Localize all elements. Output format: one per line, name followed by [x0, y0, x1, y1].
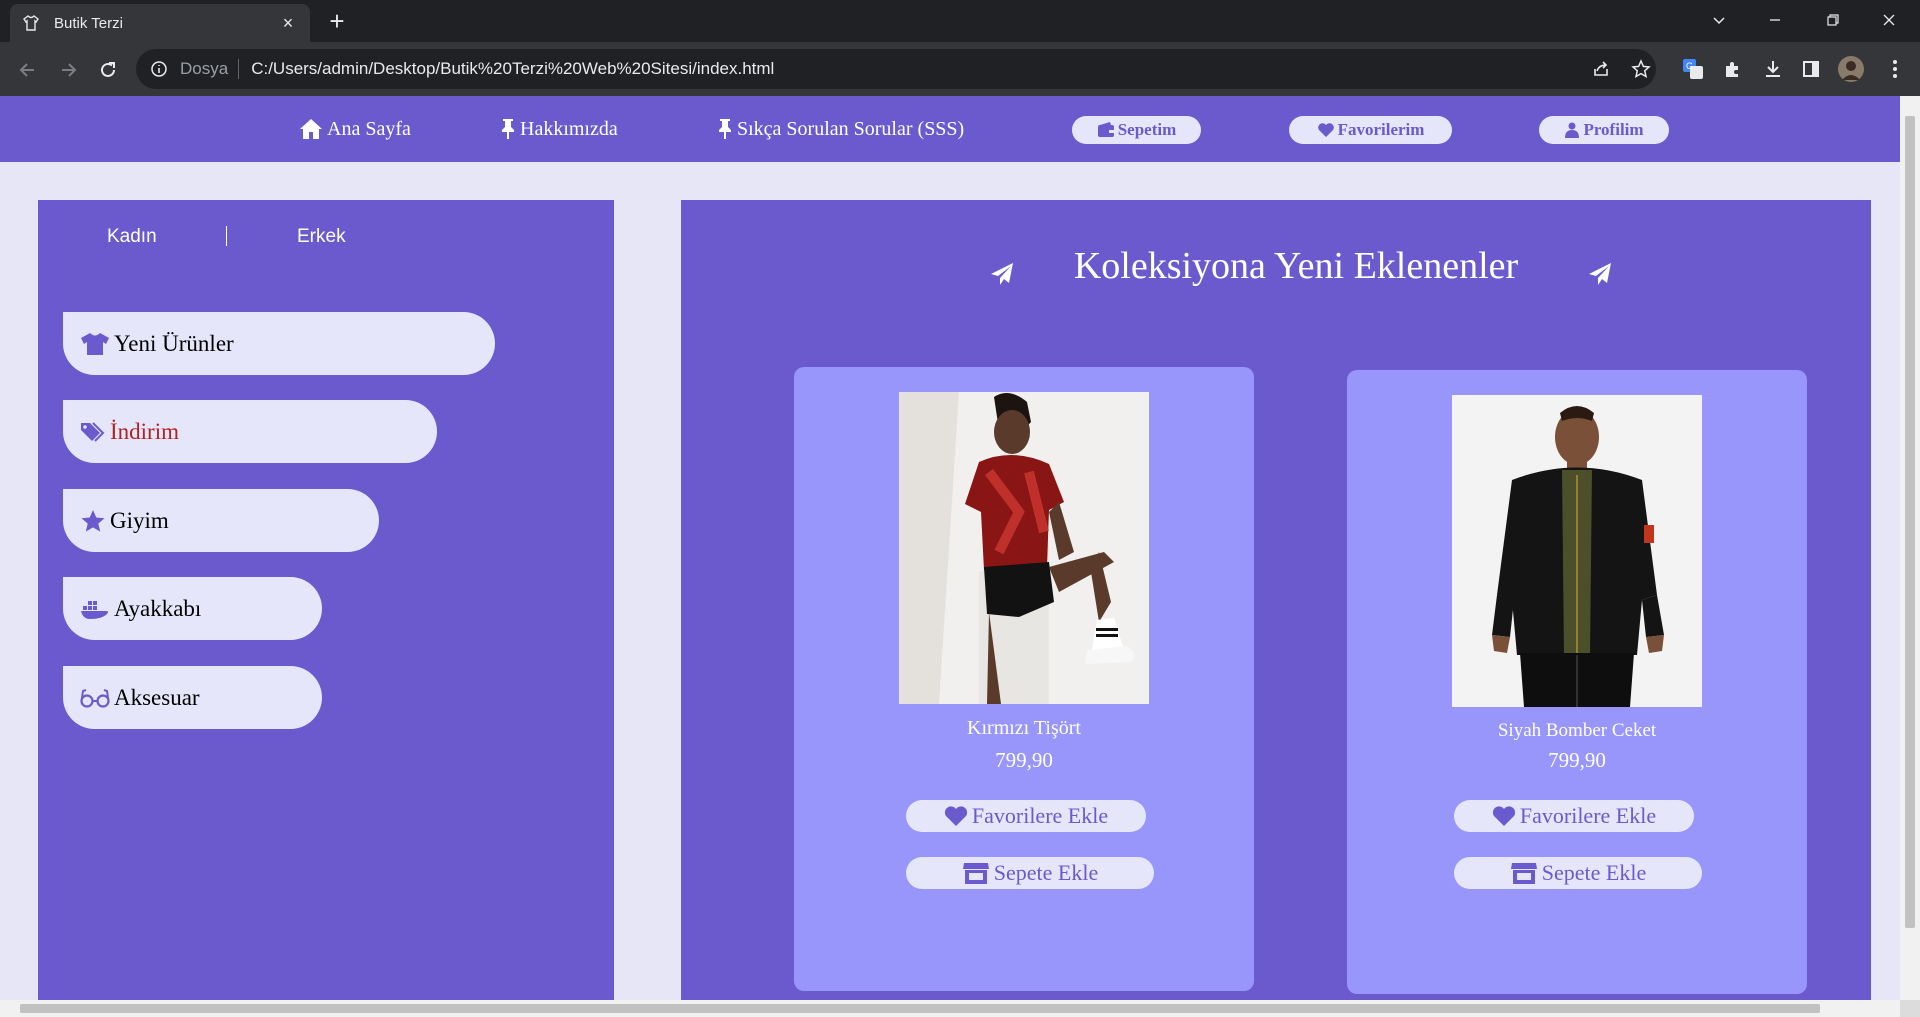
- home-icon: [300, 119, 322, 139]
- nav-profile-label: Profilim: [1583, 120, 1644, 139]
- svg-text:G: G: [1686, 61, 1693, 71]
- pin-icon: [719, 119, 731, 139]
- back-icon[interactable]: [14, 56, 42, 84]
- nav-favorites-button[interactable]: Favorilerim: [1289, 116, 1452, 144]
- info-icon[interactable]: [150, 60, 168, 78]
- pin-icon: [502, 119, 514, 139]
- new-collection-section: Koleksiyona Yeni Eklenenler Kırmızı Tişö…: [681, 200, 1871, 1000]
- category-label: Aksesuar: [114, 684, 200, 710]
- nav-home-label: Ana Sayfa: [327, 117, 411, 140]
- product-card: Kırmızı Tişört 799,90 Favorilere Ekle Se…: [794, 367, 1254, 991]
- tags-icon: [81, 421, 105, 442]
- download-icon[interactable]: [1758, 54, 1788, 84]
- wallet-icon: [1097, 122, 1114, 137]
- nav-favorites-label: Favorilerim: [1337, 120, 1425, 139]
- gender-separator: [226, 226, 227, 246]
- minimize-icon[interactable]: [1752, 0, 1798, 40]
- add-to-favorites-button[interactable]: Favorilere Ekle: [1454, 800, 1694, 832]
- product-price: 799,90: [995, 748, 1053, 772]
- gender-men-link[interactable]: Erkek: [297, 226, 346, 248]
- tshirt-icon: [81, 332, 109, 355]
- store-icon: [962, 863, 989, 884]
- product-name: Siyah Bomber Ceket: [1497, 720, 1657, 741]
- extensions-icon[interactable]: [1718, 54, 1748, 84]
- heart-icon: [1317, 123, 1334, 137]
- category-accessories[interactable]: Aksesuar: [63, 666, 322, 729]
- add-to-cart-label: Sepete Ekle: [993, 860, 1099, 885]
- address-bar[interactable]: Dosya C:/Users/admin/Desktop/Butik%20Ter…: [136, 49, 1656, 89]
- shoe-icon: [81, 600, 108, 619]
- tab-list-icon[interactable]: [1696, 0, 1742, 40]
- nav-cart-label: Sepetim: [1117, 120, 1177, 139]
- browser-tab[interactable]: Butik Terzi ×: [10, 4, 310, 42]
- add-to-cart-button[interactable]: Sepete Ekle: [1454, 857, 1702, 889]
- heart-icon: [944, 806, 967, 826]
- star-icon[interactable]: [1626, 54, 1656, 84]
- new-tab-button[interactable]: +: [322, 6, 352, 36]
- translate-icon[interactable]: G: [1678, 54, 1708, 84]
- site-navbar: Ana Sayfa Hakkımızda Sıkça Sorulan Sorul…: [0, 96, 1900, 162]
- close-window-icon[interactable]: [1866, 0, 1912, 40]
- browser-toolbar: Dosya C:/Users/admin/Desktop/Butik%20Ter…: [0, 42, 1920, 96]
- address-separator: [238, 59, 240, 79]
- restore-icon[interactable]: [1810, 0, 1856, 40]
- add-to-favorites-button[interactable]: Favorilere Ekle: [906, 800, 1146, 832]
- category-clothing[interactable]: Giyim: [63, 489, 379, 552]
- category-sale[interactable]: İndirim: [63, 400, 437, 463]
- glasses-icon: [80, 688, 110, 708]
- star-icon: [81, 509, 105, 532]
- profile-avatar[interactable]: [1836, 54, 1866, 84]
- tab-title: Butik Terzi: [54, 14, 123, 32]
- heart-icon: [1492, 806, 1515, 826]
- category-shoes[interactable]: Ayakkabı: [63, 577, 322, 640]
- menu-icon[interactable]: [1880, 54, 1910, 84]
- category-label: Yeni Ürünler: [114, 330, 234, 356]
- product-image-black-bomber-jacket[interactable]: [1452, 395, 1702, 707]
- category-label: Giyim: [110, 507, 169, 533]
- address-url[interactable]: C:/Users/admin/Desktop/Butik%20Terzi%20W…: [251, 59, 774, 79]
- browser-tab-strip: Butik Terzi × +: [0, 0, 1920, 42]
- nav-faq-label: Sıkça Sorulan Sorular (SSS): [737, 117, 965, 140]
- shirt-favicon: [22, 14, 40, 32]
- web-page: Ana Sayfa Hakkımızda Sıkça Sorulan Sorul…: [0, 96, 1900, 1000]
- section-title: Koleksiyona Yeni Eklenenler: [1073, 245, 1519, 287]
- reload-icon[interactable]: [94, 56, 122, 84]
- product-image-red-tshirt[interactable]: [899, 392, 1149, 704]
- horizontal-scroll-thumb[interactable]: [20, 1004, 1820, 1013]
- add-to-favorites-label: Favorilere Ekle: [1519, 803, 1657, 828]
- user-icon: [1565, 122, 1580, 138]
- scroll-corner: [1900, 1000, 1920, 1017]
- nav-profile-button[interactable]: Profilim: [1539, 116, 1669, 144]
- store-icon: [1510, 863, 1537, 884]
- add-to-favorites-label: Favorilere Ekle: [971, 803, 1109, 828]
- vertical-scroll-thumb[interactable]: [1905, 116, 1915, 928]
- nav-about-label: Hakkımızda: [520, 117, 618, 140]
- add-to-cart-label: Sepete Ekle: [1541, 860, 1647, 885]
- nav-cart-button[interactable]: Sepetim: [1072, 116, 1201, 144]
- category-label: Ayakkabı: [114, 595, 202, 621]
- category-sidebar: Kadın Erkek Yeni Ürünler İndirim Giyim A…: [38, 200, 614, 1000]
- horizontal-scrollbar[interactable]: [0, 1000, 1900, 1017]
- address-scheme: Dosya: [180, 59, 229, 78]
- product-card: Siyah Bomber Ceket 799,90 Favorilere Ekl…: [1347, 370, 1807, 994]
- add-to-cart-button[interactable]: Sepete Ekle: [906, 857, 1154, 889]
- paper-plane-icon: [1589, 263, 1611, 285]
- category-new-products[interactable]: Yeni Ürünler: [63, 312, 495, 375]
- nav-home[interactable]: Ana Sayfa: [299, 114, 411, 144]
- product-price: 799,90: [1548, 748, 1606, 772]
- close-tab-icon[interactable]: ×: [278, 13, 298, 33]
- sidepanel-icon[interactable]: [1796, 54, 1826, 84]
- category-label: İndirim: [110, 418, 179, 444]
- vertical-scrollbar[interactable]: [1900, 96, 1920, 1000]
- gender-women-link[interactable]: Kadın: [107, 226, 157, 248]
- product-name: Kırmızı Tişört: [967, 717, 1081, 739]
- nav-faq[interactable]: Sıkça Sorulan Sorular (SSS): [717, 114, 964, 144]
- forward-icon[interactable]: [54, 56, 82, 84]
- nav-about[interactable]: Hakkımızda: [500, 114, 618, 144]
- share-icon[interactable]: [1586, 54, 1616, 84]
